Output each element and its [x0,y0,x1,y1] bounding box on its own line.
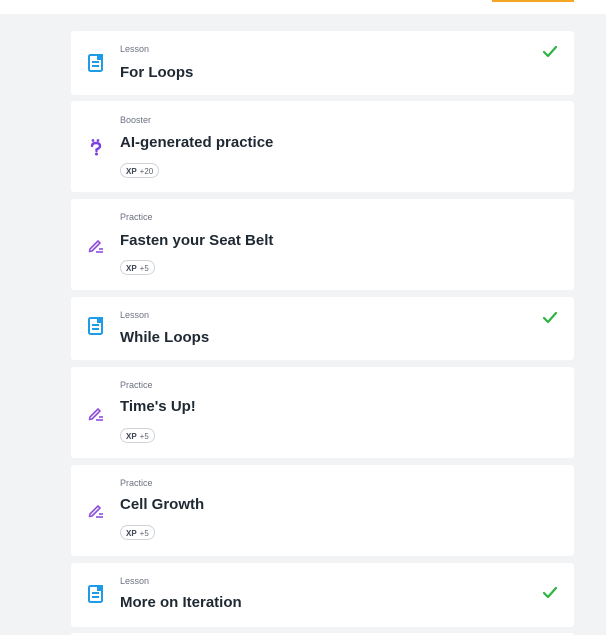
question-mark-icon [87,138,105,156]
item-type-label: Practice [120,478,153,488]
lesson-document-icon [87,317,105,335]
pencil-icon [87,404,105,422]
item-title: AI-generated practice [120,134,274,151]
top-accent-bar [492,0,574,2]
check-icon [542,310,558,326]
xp-value: +5 [139,529,149,538]
check-icon [542,44,558,60]
item-title: For Loops [120,64,194,81]
item-title: Time's Up! [120,398,196,415]
list-item-cell-growth[interactable]: Practice Cell Growth XP +5 [71,465,574,556]
item-type-label: Lesson [120,576,150,586]
xp-badge: XP +5 [120,260,155,275]
item-title: Fasten your Seat Belt [120,232,274,249]
pencil-icon [87,236,105,254]
xp-label: XP [126,529,137,538]
top-card-edge [0,0,606,14]
xp-label: XP [126,167,137,176]
xp-badge: XP +5 [120,525,155,540]
item-type-label: Lesson [120,310,150,320]
xp-badge: XP +5 [120,428,155,443]
item-type-label: Booster [120,115,152,125]
xp-label: XP [126,432,137,441]
item-type-label: Practice [120,380,153,390]
item-title: While Loops [120,329,210,346]
list-item-times-up[interactable]: Practice Time's Up! XP +5 [71,367,574,458]
pencil-icon [87,501,105,519]
xp-value: +20 [139,167,154,176]
list-item-fasten-your-seat-belt[interactable]: Practice Fasten your Seat Belt XP +5 [71,199,574,290]
lesson-document-icon [87,54,105,72]
lesson-document-icon [87,585,105,603]
xp-value: +5 [139,432,149,441]
list-item-ai-generated-practice[interactable]: Booster AI-generated practice XP +20 [71,101,574,192]
item-type-label: Practice [120,212,153,222]
list-item-for-loops[interactable]: Lesson For Loops [71,31,574,95]
xp-label: XP [126,264,137,273]
item-type-label: Lesson [120,44,150,54]
xp-value: +5 [139,264,149,273]
list-item-while-loops[interactable]: Lesson While Loops [71,297,574,360]
item-title: Cell Growth [120,496,205,513]
list-item-more-on-iteration[interactable]: Lesson More on Iteration [71,563,574,627]
check-icon [542,585,558,601]
item-title: More on Iteration [120,594,242,611]
xp-badge: XP +20 [120,163,160,178]
